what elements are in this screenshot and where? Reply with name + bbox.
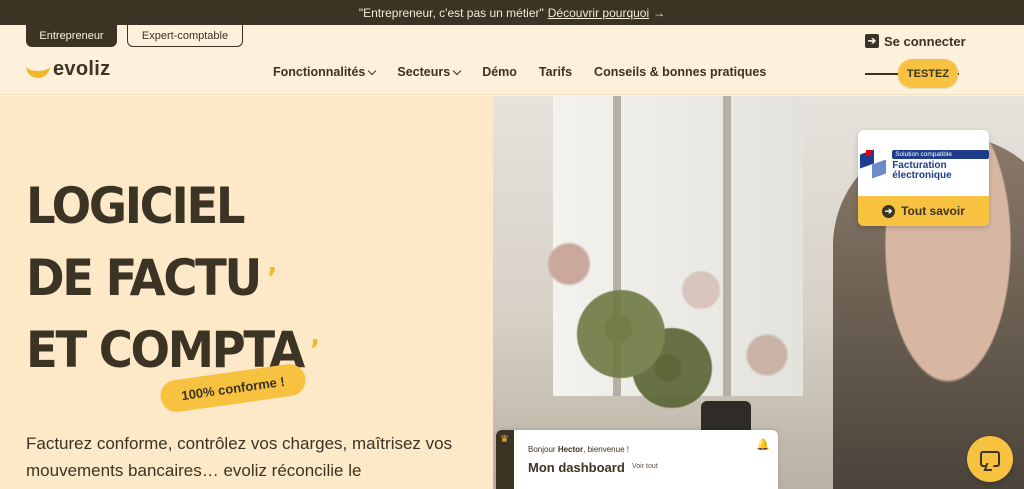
- chevron-down-icon: [368, 66, 377, 75]
- arrow-right-icon[interactable]: →: [653, 6, 665, 20]
- nav-label: Fonctionnalités: [273, 65, 366, 79]
- crown-icon: ♛: [500, 434, 509, 445]
- headline-accent: ’: [310, 333, 320, 366]
- headline-line-1: LOGICIEL: [26, 177, 246, 235]
- announcement-link[interactable]: Découvrir pourquoi: [548, 6, 649, 20]
- dashboard-title: Mon dashboard: [528, 460, 625, 475]
- e-invoicing-title: Facturation électronique: [892, 159, 952, 181]
- site-header: Entrepreneur Expert-comptable ➔ Se conne…: [0, 25, 1024, 95]
- chevron-down-icon: [452, 66, 462, 75]
- brand-name: evoliz: [53, 58, 111, 80]
- nav-label: Démo: [482, 65, 517, 79]
- greeting-prefix: Bonjour: [528, 445, 556, 454]
- arrow-right-icon: ➔: [882, 204, 896, 218]
- audience-tab-entrepreneur[interactable]: Entrepreneur: [26, 25, 117, 47]
- hero-headline: LOGICIEL DE FACTU’ ET COMPTA’: [26, 170, 320, 386]
- announcement-text: "Entrepreneur, c'est pas un métier": [358, 5, 544, 20]
- announcement-bar: "Entrepreneur, c'est pas un métier" Déco…: [0, 0, 1024, 25]
- nav-label: Secteurs: [397, 65, 451, 79]
- nav-item-tarifs[interactable]: Tarifs: [539, 65, 572, 79]
- see-all-link[interactable]: Voir tout: [632, 463, 658, 470]
- e-invoicing-logo: Solution compatible Facturation électron…: [858, 130, 989, 196]
- try-button[interactable]: TESTEZ: [898, 59, 958, 88]
- chat-button[interactable]: [967, 436, 1013, 482]
- greeting-suffix: , bienvenue !: [583, 445, 629, 454]
- e-invoicing-text: Solution compatible Facturation électron…: [892, 149, 989, 181]
- nav-item-secteurs[interactable]: Secteurs: [397, 65, 462, 79]
- photo-leaves: [553, 266, 723, 436]
- login-arrow-icon: ➔: [865, 34, 879, 48]
- learn-more-label: Tout savoir: [901, 204, 965, 218]
- login-link[interactable]: ➔ Se connecter: [865, 31, 966, 51]
- facturation-electronique-icon: [858, 148, 886, 182]
- nav-item-demo[interactable]: Démo: [482, 65, 517, 79]
- bell-icon[interactable]: 🔔: [756, 438, 770, 451]
- learn-more-button[interactable]: ➔ Tout savoir: [858, 196, 989, 226]
- e-invoicing-tag: Solution compatible: [892, 149, 989, 159]
- nav-item-conseils[interactable]: Conseils & bonnes pratiques: [594, 65, 766, 79]
- nav-label: Conseils & bonnes pratiques: [594, 65, 767, 79]
- e-invoicing-card[interactable]: Solution compatible Facturation électron…: [858, 130, 989, 226]
- nav-label: Tarifs: [538, 65, 573, 79]
- hero-paragraph: Facturez conforme, contrôlez vos charges…: [26, 434, 453, 480]
- headline-line-2-text: DE FACTU: [26, 249, 262, 307]
- audience-tab-expert-comptable[interactable]: Expert-comptable: [127, 25, 243, 47]
- headline-line-2: DE FACTU’: [26, 242, 318, 314]
- chat-bubble-icon: [980, 451, 1000, 467]
- login-label: Se connecter: [884, 33, 966, 49]
- dashboard-greeting: Bonjour Hector, bienvenue !: [528, 445, 629, 454]
- main-nav: Fonctionnalités Secteurs Démo Tarifs Con…: [273, 65, 766, 79]
- user-name: Hector: [557, 445, 584, 454]
- banana-logo-icon: [26, 62, 50, 78]
- dashboard-preview: ♛ Bonjour Hector, bienvenue ! Mon dashbo…: [496, 430, 778, 489]
- headline-accent: ’: [267, 261, 277, 294]
- nav-item-fonctionnalites[interactable]: Fonctionnalités: [273, 65, 377, 79]
- brand-logo[interactable]: evoliz: [26, 58, 110, 81]
